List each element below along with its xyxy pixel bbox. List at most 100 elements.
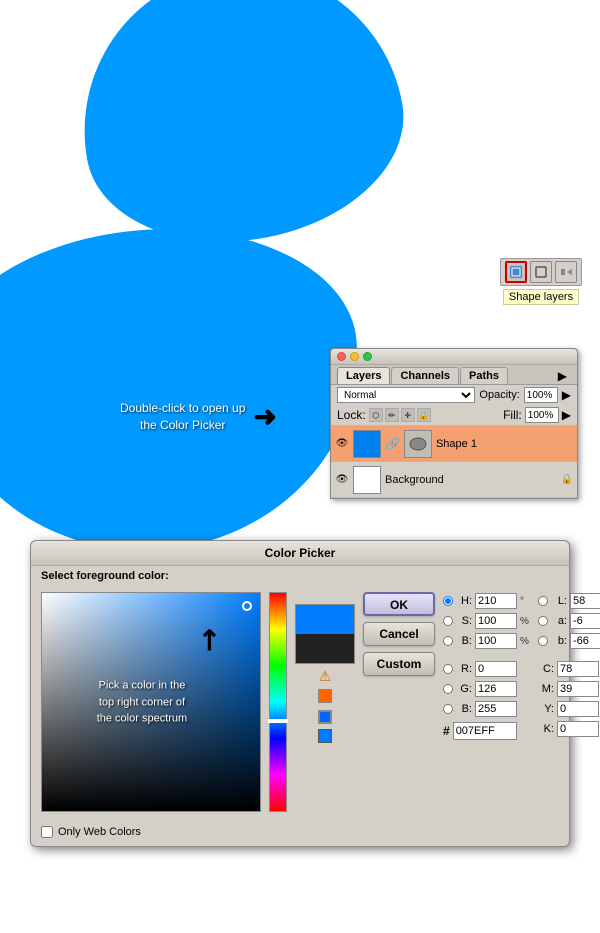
s-input[interactable]	[475, 613, 517, 629]
hue-cursor	[268, 719, 288, 723]
s-unit: %	[520, 616, 532, 627]
lock-fill-row: Lock: ⬡ ✏ ✛ 🔒 Fill: ▶	[331, 405, 577, 426]
close-button[interactable]	[337, 352, 346, 361]
cancel-button[interactable]: Cancel	[363, 622, 435, 646]
b-unit: %	[520, 636, 532, 647]
color-spectrum[interactable]: Pick a color in the top right corner of …	[41, 592, 261, 812]
l-input[interactable]	[570, 593, 600, 609]
radio-l[interactable]	[538, 596, 548, 606]
field-row-b3: b:	[538, 632, 600, 650]
spectrum-note: Pick a color in the top right corner of …	[97, 677, 187, 727]
b3-label: b:	[551, 635, 567, 647]
only-web-colors-checkbox[interactable]	[41, 826, 53, 838]
layer-thumb-bg	[353, 466, 381, 494]
c-input[interactable]	[557, 661, 599, 677]
lock-image-icon[interactable]: ✏	[385, 408, 399, 422]
layer-row-shape1[interactable]: 👁 🔗 Shape 1	[331, 426, 577, 462]
layer-visibility-shape1[interactable]: 👁	[335, 437, 349, 451]
lock-all-icon[interactable]: 🔒	[417, 408, 431, 422]
radio-h[interactable]	[443, 596, 453, 606]
field-row-g: G:	[443, 680, 532, 698]
spectrum-area: Pick a color in the top right corner of …	[41, 592, 261, 812]
web-color-swatch[interactable]	[318, 729, 332, 743]
web-safe-icon[interactable]	[318, 710, 332, 724]
shape-layers-icon[interactable]	[505, 261, 527, 283]
fill-arrow[interactable]: ▶	[562, 408, 571, 422]
layer-visibility-bg[interactable]: 👁	[335, 473, 349, 487]
layers-panel: Layers Channels Paths ▶ Normal Opacity: …	[330, 348, 578, 499]
custom-button[interactable]: Custom	[363, 652, 435, 676]
field-row-r: R:	[443, 660, 532, 678]
l-label: L:	[551, 595, 567, 607]
layer-lock-bg: 🔒	[561, 474, 573, 485]
b3-input[interactable]	[570, 633, 600, 649]
b-input[interactable]	[475, 633, 517, 649]
y-label: Y:	[538, 703, 554, 715]
traffic-lights	[337, 352, 372, 361]
color-picker-title: Color Picker	[31, 541, 569, 566]
layer-chain-shape1: 🔗	[385, 437, 400, 451]
gamut-warning-icon[interactable]: ⚠	[295, 668, 355, 685]
panel-tabs: Layers Channels Paths ▶	[331, 365, 577, 385]
paths-icon[interactable]	[530, 261, 552, 283]
only-web-colors-label: Only Web Colors	[58, 826, 141, 838]
minimize-button[interactable]	[350, 352, 359, 361]
radio-r[interactable]	[443, 664, 453, 674]
hue-strip[interactable]	[269, 592, 287, 812]
gamut-color-swatch[interactable]	[318, 689, 332, 703]
radio-b[interactable]	[443, 636, 453, 646]
blend-mode-select[interactable]: Normal	[337, 387, 475, 403]
k-input[interactable]	[557, 721, 599, 737]
lock-label: Lock:	[337, 408, 366, 422]
panel-tab-arrow[interactable]: ▶	[558, 367, 571, 384]
toolbar-shape-icons	[500, 258, 582, 286]
opacity-input[interactable]	[524, 387, 558, 403]
radio-b2[interactable]	[443, 704, 453, 714]
layer-row-background[interactable]: 👁 Background 🔒	[331, 462, 577, 498]
radio-a[interactable]	[538, 616, 548, 626]
y-input[interactable]	[557, 701, 599, 717]
a-input[interactable]	[570, 613, 600, 629]
opacity-label: Opacity:	[479, 389, 519, 401]
field-row-y: Y: %	[538, 700, 600, 718]
field-row-m: M: %	[538, 680, 600, 698]
tab-paths[interactable]: Paths	[460, 367, 508, 384]
radio-b3[interactable]	[538, 636, 548, 646]
h-input[interactable]	[475, 593, 517, 609]
fill-input[interactable]	[525, 407, 559, 423]
m-input[interactable]	[557, 681, 599, 697]
ok-button[interactable]: OK	[363, 592, 435, 616]
k-label: K:	[538, 723, 554, 735]
lock-transparent-icon[interactable]: ⬡	[369, 408, 383, 422]
layer-name-bg: Background	[385, 474, 557, 486]
b2-input[interactable]	[475, 701, 517, 717]
s-label: S:	[456, 615, 472, 627]
blob-shape-top	[59, 0, 421, 266]
field-row-k: K: %	[538, 720, 600, 738]
instruction-text: Double-click to open up the Color Picker	[120, 400, 245, 434]
layer-name-shape1: Shape 1	[436, 438, 573, 450]
preview-col: ⚠	[295, 592, 355, 812]
field-row-l: L:	[538, 592, 600, 610]
lock-icons: ⬡ ✏ ✛ 🔒	[369, 408, 431, 422]
g-input[interactable]	[475, 681, 517, 697]
field-row-c: C: %	[538, 660, 600, 678]
hex-input[interactable]	[453, 722, 517, 740]
g-label: G:	[456, 683, 472, 695]
fill-pixels-icon[interactable]	[555, 261, 577, 283]
r-input[interactable]	[475, 661, 517, 677]
radio-s[interactable]	[443, 616, 453, 626]
h-label: H:	[456, 595, 472, 607]
tab-layers[interactable]: Layers	[337, 367, 390, 384]
radio-g[interactable]	[443, 684, 453, 694]
cp-fields-two-col: H: ° S: % B: %	[443, 592, 559, 740]
color-preview-new	[296, 605, 354, 634]
tab-channels[interactable]: Channels	[391, 367, 459, 384]
opacity-arrow[interactable]: ▶	[562, 388, 571, 402]
shape-layers-label: Shape layers	[503, 289, 579, 305]
color-picker-body: Pick a color in the top right corner of …	[31, 582, 569, 822]
lock-position-icon[interactable]: ✛	[401, 408, 415, 422]
color-preview-boxes	[295, 604, 355, 664]
maximize-button[interactable]	[363, 352, 372, 361]
blob-shape-bottom	[0, 212, 373, 540]
